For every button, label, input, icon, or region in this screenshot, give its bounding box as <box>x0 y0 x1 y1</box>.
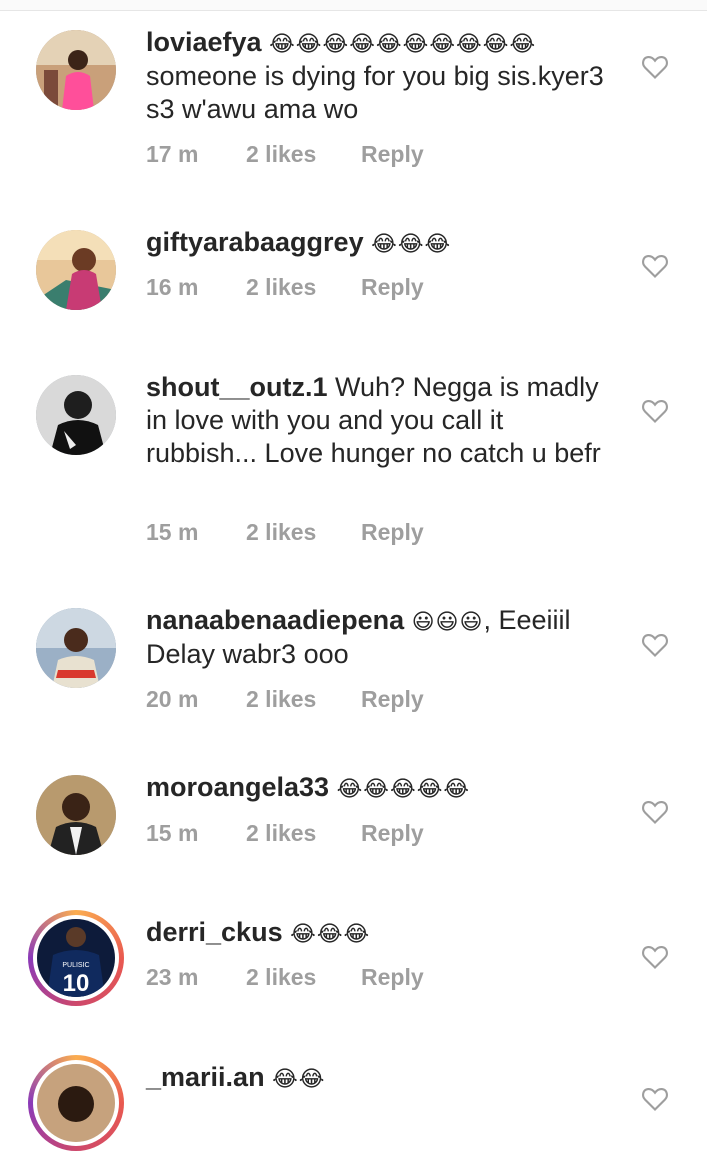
comment-username[interactable]: moroangela33 <box>146 772 329 802</box>
jersey-number: 10 <box>63 970 90 997</box>
avatar: PULISIC 10 <box>37 919 115 997</box>
top-divider <box>0 0 707 11</box>
avatar-story-ring[interactable]: PULISIC 10 <box>28 910 124 1006</box>
comment-username[interactable]: _marii.an <box>146 1062 265 1092</box>
comment-emoji: 😂😂😂😂😂😂😂😂😂😂 <box>269 31 537 56</box>
comment-emoji: 😂😂😂 <box>290 921 371 946</box>
comment-text: shout__outz.1 Wuh? Negga is madly in lov… <box>146 371 606 470</box>
comment-time: 20 m <box>146 686 199 712</box>
comment-emoji: 😂😂😂😂😂 <box>336 776 471 801</box>
avatar[interactable] <box>36 608 116 688</box>
comment-time: 17 m <box>146 141 199 167</box>
reply-button[interactable]: Reply <box>361 141 424 168</box>
comment-username[interactable]: derri_ckus <box>146 917 283 947</box>
avatar[interactable] <box>36 375 116 455</box>
comment-time: 15 m <box>146 820 199 846</box>
comment-likes[interactable]: 2 likes <box>246 519 316 546</box>
comment-emoji: 😂😂 <box>272 1066 326 1091</box>
comment-likes[interactable]: 2 likes <box>246 686 316 713</box>
comment-text: giftyarabaaggrey 😂😂😂 <box>146 226 606 260</box>
comment-text: derri_ckus 😂😂😂 <box>146 916 606 950</box>
comment-time: 23 m <box>146 964 199 990</box>
heart-outline-icon[interactable] <box>641 944 669 970</box>
comment-emoji: 😂😂😂 <box>371 231 452 256</box>
jersey-name: PULISIC <box>62 962 89 969</box>
reply-button[interactable]: Reply <box>361 820 424 847</box>
comment-likes[interactable]: 2 likes <box>246 820 316 847</box>
comment-time: 15 m <box>146 519 199 545</box>
avatar-story-ring[interactable] <box>28 1055 124 1151</box>
heart-outline-icon[interactable] <box>641 632 669 658</box>
comment-text: loviaefya 😂😂😂😂😂😂😂😂😂😂 someone is dying fo… <box>146 26 606 126</box>
comment-text: nanaabenaadiepena 😃😃😃, Eeeiiil Delay wab… <box>146 604 606 671</box>
heart-outline-icon[interactable] <box>641 253 669 279</box>
comment-username[interactable]: shout__outz.1 <box>146 372 328 402</box>
comment-likes[interactable]: 2 likes <box>246 964 316 991</box>
heart-outline-icon[interactable] <box>641 54 669 80</box>
comment-text: moroangela33 😂😂😂😂😂 <box>146 771 606 805</box>
comment-text: _marii.an 😂😂 <box>146 1061 606 1095</box>
heart-outline-icon[interactable] <box>641 799 669 825</box>
avatar[interactable] <box>36 230 116 310</box>
comment-username[interactable]: loviaefya <box>146 27 262 57</box>
avatar[interactable] <box>36 775 116 855</box>
reply-button[interactable]: Reply <box>361 964 424 991</box>
reply-button[interactable]: Reply <box>361 686 424 713</box>
avatar <box>37 1064 115 1142</box>
heart-outline-icon[interactable] <box>641 398 669 424</box>
comment-time: 16 m <box>146 274 199 300</box>
comment-likes[interactable]: 2 likes <box>246 274 316 301</box>
comment-username[interactable]: giftyarabaaggrey <box>146 227 364 257</box>
heart-outline-icon[interactable] <box>641 1086 669 1112</box>
comment-likes[interactable]: 2 likes <box>246 141 316 168</box>
reply-button[interactable]: Reply <box>361 519 424 546</box>
comment-body: someone is dying for you big sis.kyer3 s… <box>146 61 604 124</box>
avatar[interactable] <box>36 30 116 110</box>
comment-username[interactable]: nanaabenaadiepena <box>146 605 404 635</box>
reply-button[interactable]: Reply <box>361 274 424 301</box>
comment-emoji: 😃😃😃 <box>411 609 484 634</box>
